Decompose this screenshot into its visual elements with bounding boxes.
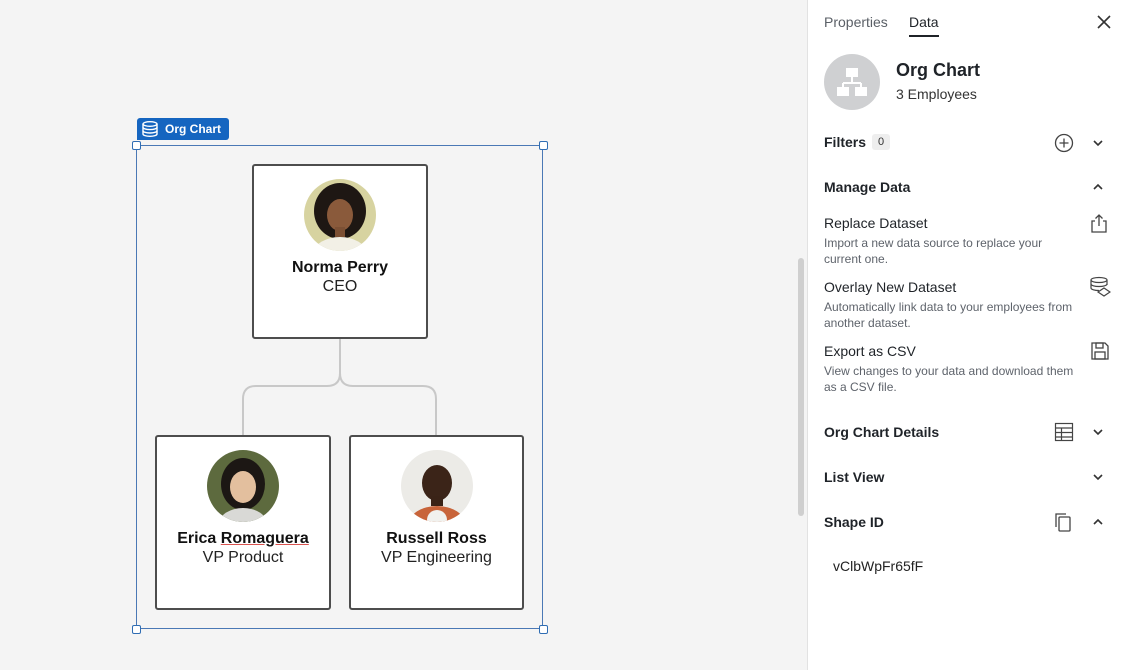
- employee-name: Russell Ross: [386, 530, 487, 547]
- shape-id-header[interactable]: Shape ID: [824, 514, 884, 530]
- overlay-dataset-description: Automatically link data to your employee…: [824, 300, 1073, 330]
- employee-count: 3 Employees: [896, 86, 977, 102]
- save-icon[interactable]: [1090, 341, 1110, 361]
- manage-data-header[interactable]: Manage Data: [824, 179, 910, 195]
- filters-count-badge: 0: [872, 134, 890, 150]
- export-csv-link[interactable]: Export as CSV: [824, 343, 916, 359]
- replace-dataset-description: Import a new data source to replace your…: [824, 236, 1043, 266]
- employee-role: VP Product: [202, 549, 284, 566]
- data-panel: Properties Data Org Chart 3 Employees Fi…: [807, 0, 1126, 670]
- chevron-up-icon[interactable]: [1092, 516, 1104, 528]
- employee-card-ceo[interactable]: Norma Perry CEO: [252, 164, 428, 339]
- filters-header[interactable]: Filters: [824, 134, 866, 150]
- employee-role: VP Engineering: [381, 549, 492, 566]
- employee-card-vp-engineering[interactable]: Russell Ross VP Engineering: [349, 435, 524, 610]
- tab-properties[interactable]: Properties: [824, 14, 888, 30]
- layers-icon[interactable]: [1089, 276, 1111, 298]
- chevron-down-icon[interactable]: [1092, 426, 1104, 438]
- export-csv-description: View changes to your data and download t…: [824, 364, 1074, 394]
- org-chart-details-header[interactable]: Org Chart Details: [824, 424, 939, 440]
- overlay-dataset-link[interactable]: Overlay New Dataset: [824, 279, 956, 295]
- employee-card-vp-product[interactable]: Erica Romaguera VP Product: [155, 435, 331, 610]
- employee-name: Erica Romaguera: [177, 530, 309, 547]
- list-view-header[interactable]: List View: [824, 469, 884, 485]
- table-icon[interactable]: [1054, 422, 1074, 442]
- org-chart-avatar: [824, 54, 880, 110]
- canvas-scrollbar[interactable]: [798, 258, 804, 516]
- replace-dataset-link[interactable]: Replace Dataset: [824, 215, 928, 231]
- avatar: [207, 450, 279, 522]
- copy-icon[interactable]: [1054, 512, 1072, 532]
- shape-id-value: vClbWpFr65fF: [833, 558, 924, 574]
- avatar: [304, 179, 376, 251]
- canvas[interactable]: Org Chart Norma Perry CEO Erica Romaguer…: [0, 0, 807, 670]
- panel-title: Org Chart: [896, 60, 981, 80]
- chevron-down-icon[interactable]: [1092, 137, 1104, 149]
- chevron-up-icon[interactable]: [1092, 181, 1104, 193]
- tab-data[interactable]: Data: [909, 14, 939, 37]
- add-filter-icon[interactable]: [1054, 133, 1074, 153]
- close-icon[interactable]: [1097, 15, 1111, 29]
- org-chart-icon: [837, 68, 867, 96]
- upload-icon[interactable]: [1090, 213, 1108, 233]
- avatar: [401, 450, 473, 522]
- chevron-down-icon[interactable]: [1092, 471, 1104, 483]
- employee-role: CEO: [322, 278, 358, 295]
- employee-name: Norma Perry: [291, 259, 389, 276]
